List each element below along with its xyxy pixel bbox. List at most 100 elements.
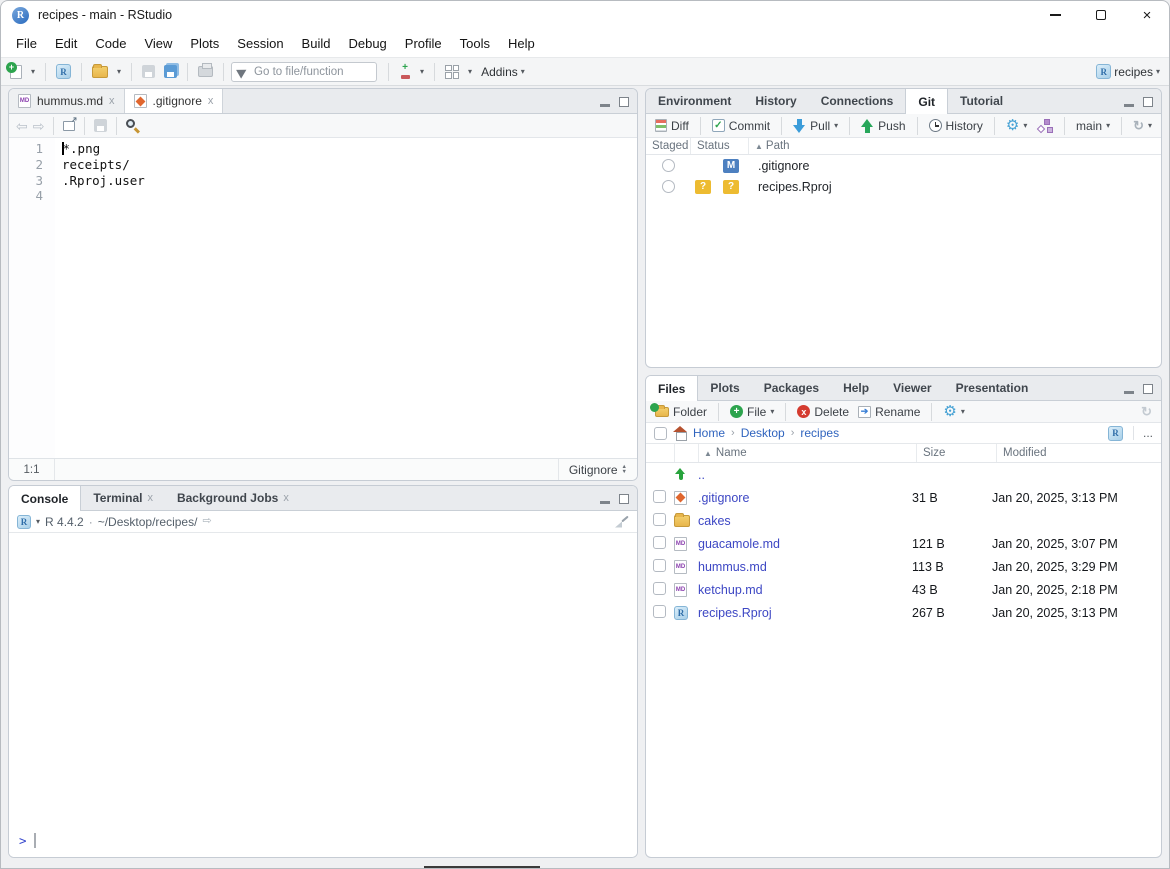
file-row[interactable]: MD guacamole.md 121 B Jan 20, 2025, 3:07… bbox=[646, 532, 1161, 555]
column-header-name[interactable]: ▲ Name bbox=[699, 444, 917, 462]
save-source-icon[interactable] bbox=[94, 119, 107, 132]
maximize-window-button[interactable] bbox=[1078, 0, 1124, 30]
staged-checkbox[interactable] bbox=[662, 180, 675, 193]
tab-history[interactable]: History bbox=[743, 89, 808, 113]
tab-git[interactable]: Git bbox=[905, 89, 948, 114]
history-button[interactable]: History bbox=[927, 118, 985, 134]
branch-selector[interactable]: main ▾ bbox=[1074, 118, 1112, 134]
minimize-pane-icon[interactable] bbox=[1124, 104, 1134, 107]
menu-edit[interactable]: Edit bbox=[46, 32, 86, 55]
file-row[interactable]: MD hummus.md 113 B Jan 20, 2025, 3:29 PM bbox=[646, 555, 1161, 578]
pull-button[interactable]: Pull ▾ bbox=[791, 118, 840, 134]
commit-button[interactable]: ✓ Commit bbox=[710, 118, 772, 134]
branch-button[interactable] bbox=[1035, 118, 1055, 134]
version-control-dropdown[interactable]: ▾ bbox=[417, 66, 427, 78]
file-checkbox[interactable] bbox=[653, 605, 666, 618]
breadcrumb-home[interactable]: Home bbox=[693, 426, 725, 440]
tab-environment[interactable]: Environment bbox=[646, 89, 743, 113]
breadcrumb-desktop[interactable]: Desktop bbox=[741, 426, 785, 440]
file-row[interactable]: cakes bbox=[646, 509, 1161, 532]
goto-file-search[interactable] bbox=[231, 62, 377, 82]
file-link[interactable]: .. bbox=[698, 468, 912, 482]
minimize-pane-icon[interactable] bbox=[1124, 391, 1134, 394]
save-button[interactable] bbox=[139, 63, 158, 80]
git-refresh-button[interactable]: ↻ ▾ bbox=[1131, 118, 1154, 133]
maximize-pane-icon[interactable] bbox=[1143, 97, 1153, 107]
minimize-pane-icon[interactable] bbox=[600, 501, 610, 504]
file-checkbox[interactable] bbox=[653, 582, 666, 595]
tab-plots[interactable]: Plots bbox=[698, 376, 751, 400]
print-button[interactable] bbox=[195, 64, 216, 79]
new-project-button[interactable]: R bbox=[53, 62, 74, 81]
git-file-row[interactable]: M .gitignore bbox=[646, 155, 1161, 176]
workspace-panes-button[interactable] bbox=[442, 63, 462, 81]
minimize-pane-icon[interactable] bbox=[600, 104, 610, 107]
show-in-new-window-icon[interactable] bbox=[63, 121, 75, 131]
open-file-dropdown[interactable]: ▾ bbox=[114, 66, 124, 78]
file-row[interactable]: .gitignore 31 B Jan 20, 2025, 3:13 PM bbox=[646, 486, 1161, 509]
menu-profile[interactable]: Profile bbox=[396, 32, 451, 55]
editor-content[interactable]: 1 2 3 4 *.png receipts/ .Rproj.user bbox=[9, 138, 637, 458]
menu-plots[interactable]: Plots bbox=[181, 32, 228, 55]
column-header-size[interactable]: Size bbox=[917, 444, 997, 462]
console-prompt[interactable]: > bbox=[19, 833, 36, 848]
menu-help[interactable]: Help bbox=[499, 32, 544, 55]
tab-terminal[interactable]: Terminal x bbox=[81, 486, 165, 510]
filetype-selector[interactable]: Gitignore ▲▼ bbox=[558, 459, 637, 480]
files-more-button[interactable]: ⚙ ▾ bbox=[941, 403, 966, 420]
tab-packages[interactable]: Packages bbox=[752, 376, 831, 400]
tab-presentation[interactable]: Presentation bbox=[944, 376, 1041, 400]
breadcrumb-recipes[interactable]: recipes bbox=[800, 426, 839, 440]
file-row-parent[interactable]: .. bbox=[646, 463, 1161, 486]
project-menu-button[interactable]: R recipes ▾ bbox=[1093, 62, 1163, 81]
file-checkbox[interactable] bbox=[653, 559, 666, 572]
delete-file-button[interactable]: x Delete bbox=[795, 404, 851, 420]
file-link[interactable]: .gitignore bbox=[698, 491, 912, 505]
menu-view[interactable]: View bbox=[135, 32, 181, 55]
workspace-panes-dropdown[interactable]: ▾ bbox=[465, 66, 475, 78]
clear-console-icon[interactable] bbox=[615, 515, 629, 529]
editor-tab-gitignore[interactable]: .gitignore x bbox=[125, 89, 224, 113]
close-window-button[interactable]: × bbox=[1124, 0, 1170, 30]
chevron-down-icon[interactable]: ▾ bbox=[36, 518, 40, 526]
files-refresh-button[interactable]: ↻ bbox=[1139, 404, 1154, 419]
close-tab-icon[interactable]: x bbox=[147, 492, 153, 504]
file-row[interactable]: MD ketchup.md 43 B Jan 20, 2025, 2:18 PM bbox=[646, 578, 1161, 601]
new-folder-button[interactable]: Folder bbox=[653, 404, 709, 420]
back-icon[interactable]: ⇦ bbox=[16, 119, 28, 133]
column-header-status[interactable]: Status bbox=[691, 138, 749, 154]
file-checkbox[interactable] bbox=[653, 490, 666, 503]
find-replace-icon[interactable] bbox=[126, 119, 139, 132]
tab-viewer[interactable]: Viewer bbox=[881, 376, 943, 400]
maximize-pane-icon[interactable] bbox=[1143, 384, 1153, 394]
file-link[interactable]: ketchup.md bbox=[698, 583, 912, 597]
rename-file-button[interactable]: ➔ Rename bbox=[856, 404, 922, 420]
menu-tools[interactable]: Tools bbox=[451, 32, 499, 55]
save-all-button[interactable] bbox=[161, 63, 180, 80]
new-blank-file-button[interactable]: + File ▾ bbox=[728, 404, 776, 420]
open-file-button[interactable] bbox=[89, 64, 111, 80]
menu-build[interactable]: Build bbox=[293, 32, 340, 55]
menu-debug[interactable]: Debug bbox=[339, 32, 395, 55]
console-output[interactable]: > bbox=[9, 533, 637, 857]
file-link[interactable]: recipes.Rproj bbox=[698, 606, 912, 620]
tab-tutorial[interactable]: Tutorial bbox=[948, 89, 1015, 113]
push-button[interactable]: Push bbox=[859, 118, 907, 134]
tab-files[interactable]: Files bbox=[646, 376, 698, 401]
minimize-window-button[interactable] bbox=[1032, 0, 1078, 30]
column-header-staged[interactable]: Staged bbox=[646, 138, 691, 154]
select-all-checkbox[interactable] bbox=[654, 427, 667, 440]
column-header-modified[interactable]: Modified bbox=[997, 444, 1161, 462]
tab-connections[interactable]: Connections bbox=[809, 89, 906, 113]
close-tab-icon[interactable]: x bbox=[109, 95, 115, 107]
file-checkbox[interactable] bbox=[653, 536, 666, 549]
tab-console[interactable]: Console bbox=[9, 486, 81, 511]
close-tab-icon[interactable]: x bbox=[208, 95, 214, 107]
file-link[interactable]: guacamole.md bbox=[698, 537, 912, 551]
tab-help[interactable]: Help bbox=[831, 376, 881, 400]
forward-icon[interactable]: ⇨ bbox=[33, 119, 45, 133]
goto-file-input[interactable] bbox=[252, 65, 362, 79]
diff-button[interactable]: Diff bbox=[653, 118, 691, 134]
new-file-dropdown[interactable]: ▾ bbox=[28, 66, 38, 78]
folder-link[interactable]: cakes bbox=[698, 514, 912, 528]
